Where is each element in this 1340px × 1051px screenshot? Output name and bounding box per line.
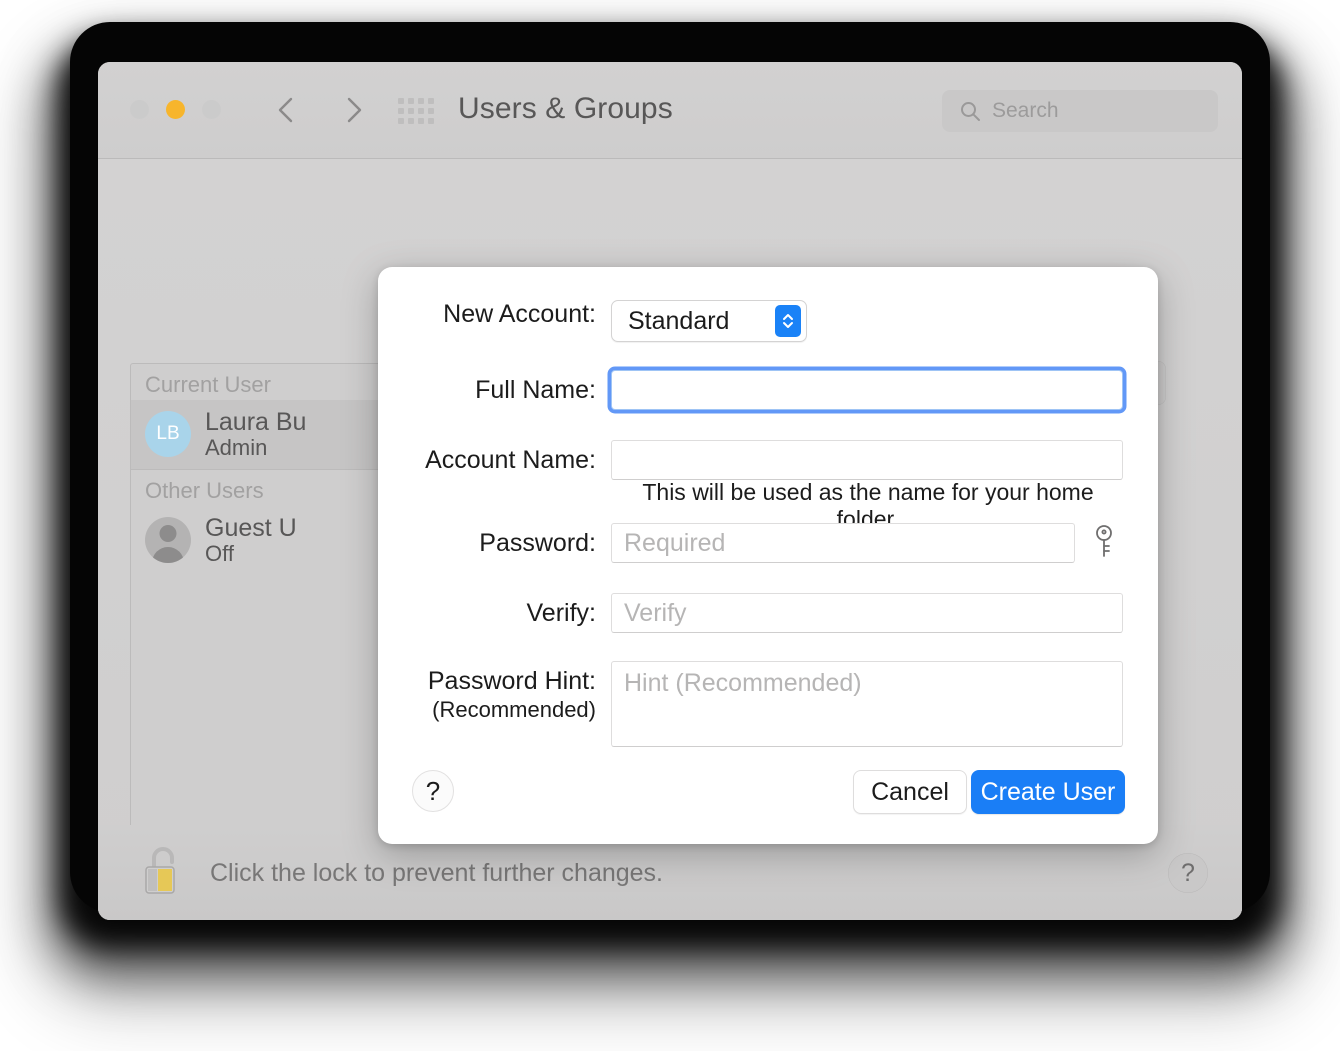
password-hint-label-sub: (Recommended): [378, 697, 596, 723]
row-account-name: Account Name:: [378, 440, 1138, 480]
show-all-grid-icon[interactable]: [398, 98, 434, 124]
sidebar-item-subtitle: Admin: [205, 436, 306, 461]
system-preferences-window: Users & Groups Search Password Login Ite…: [98, 62, 1242, 920]
sheet-help-button[interactable]: ?: [412, 770, 454, 812]
search-placeholder: Search: [992, 99, 1059, 123]
sidebar-item-label: Guest U: [205, 514, 297, 542]
verify-placeholder: Verify: [624, 599, 687, 628]
password-placeholder: Required: [624, 529, 725, 558]
chevron-updown-icon: [775, 305, 801, 337]
password-hint-field[interactable]: Hint (Recommended): [611, 661, 1123, 747]
back-chevron-icon[interactable]: [270, 92, 304, 128]
search-input[interactable]: Search: [942, 90, 1218, 132]
close-button[interactable]: [130, 100, 149, 119]
sidebar-item-subtitle: Off: [205, 542, 297, 567]
full-name-label: Full Name:: [378, 370, 596, 406]
page-title: Users & Groups: [458, 92, 673, 126]
forward-chevron-icon[interactable]: [336, 92, 370, 128]
row-new-account: New Account: Standard: [378, 300, 1038, 342]
sidebar-item-label: Laura Bu: [205, 408, 306, 436]
screenshot-root: Users & Groups Search Password Login Ite…: [0, 0, 1340, 1051]
new-account-sheet: New Account: Standard Full Name: Account…: [378, 267, 1158, 844]
avatar: LB: [145, 411, 191, 457]
traffic-lights: [130, 100, 221, 119]
password-hint-label-main: Password Hint:: [428, 667, 596, 695]
account-name-label: Account Name:: [378, 440, 596, 476]
cancel-button[interactable]: Cancel: [853, 770, 967, 814]
password-hint-label: Password Hint: (Recommended): [378, 661, 596, 722]
guest-avatar-icon: [145, 517, 191, 563]
zoom-button[interactable]: [202, 100, 221, 119]
row-password-hint: Password Hint: (Recommended) Hint (Recom…: [378, 661, 1138, 747]
row-password: Password: Required: [378, 523, 1138, 563]
create-user-button[interactable]: Create User: [971, 770, 1125, 814]
sidebar-item-text: Laura Bu Admin: [205, 408, 306, 461]
password-label: Password:: [378, 523, 596, 559]
password-field[interactable]: Required: [611, 523, 1075, 563]
search-icon: [958, 99, 982, 123]
new-account-label: New Account:: [378, 300, 596, 330]
row-verify: Verify: Verify: [378, 593, 1138, 633]
key-icon[interactable]: [1091, 522, 1117, 569]
password-hint-placeholder: Hint (Recommended): [624, 669, 862, 698]
account-name-field[interactable]: [611, 440, 1123, 480]
window-help-button[interactable]: ?: [1168, 853, 1208, 893]
new-account-select[interactable]: Standard: [611, 300, 807, 342]
row-full-name: Full Name:: [378, 370, 1138, 410]
lock-note: Click the lock to prevent further change…: [210, 859, 663, 888]
unlocked-padlock-icon[interactable]: [140, 843, 186, 904]
verify-label: Verify:: [378, 593, 596, 629]
sidebar-item-text: Guest U Off: [205, 514, 297, 567]
minimize-button[interactable]: [166, 100, 185, 119]
avatar-initials: LB: [156, 423, 179, 445]
new-account-value: Standard: [628, 307, 729, 336]
verify-field[interactable]: Verify: [611, 593, 1123, 633]
full-name-field[interactable]: [611, 370, 1123, 410]
window-titlebar: Users & Groups Search: [98, 62, 1242, 159]
